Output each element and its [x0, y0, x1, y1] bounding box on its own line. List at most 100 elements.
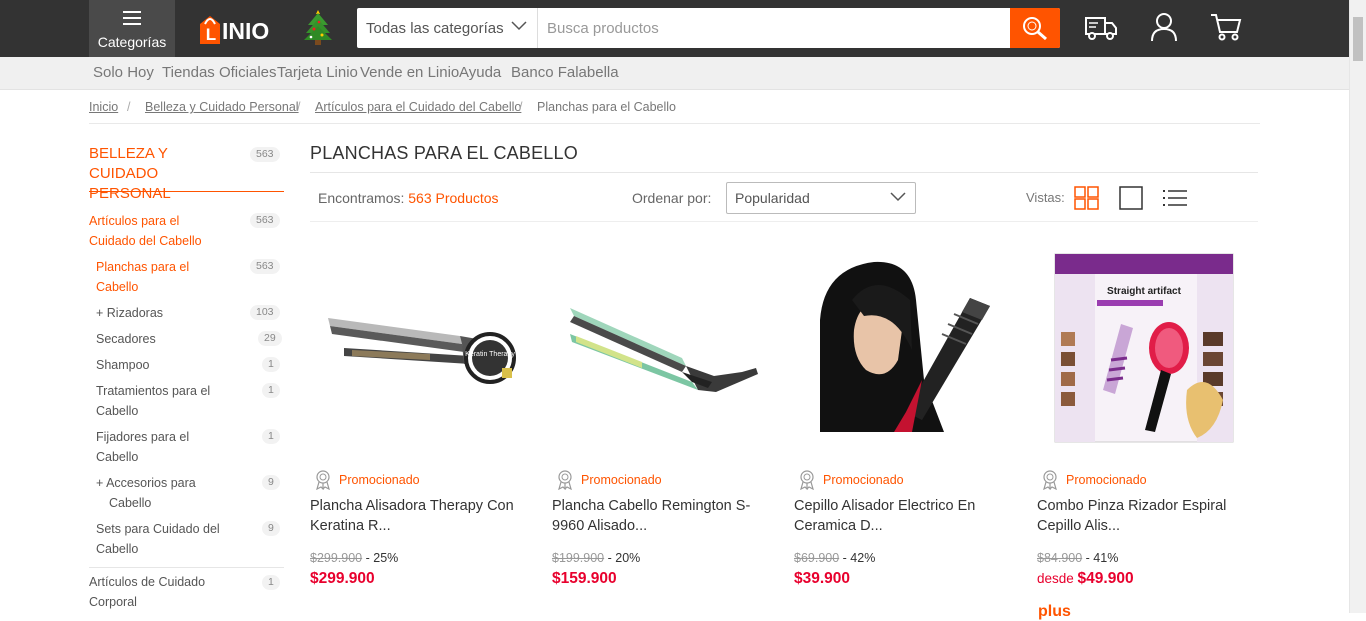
sidebar-item-sets[interactable]: Sets para Cuidado del Cabello: [96, 519, 220, 559]
results-toolbar: Encontramos: 563 Productos Ordenar por: …: [310, 172, 1258, 222]
sidebar-item-label: Fijadores para el: [96, 430, 190, 444]
old-price-row: $84.900 - 41%: [1037, 551, 1118, 565]
sidebar-item-label: Planchas para el: [96, 260, 190, 274]
grid-view-icon[interactable]: [1074, 186, 1100, 210]
nav-link-tarjeta-linio[interactable]: Tarjeta Linio: [277, 64, 358, 81]
shopping-cart-icon[interactable]: [1210, 12, 1242, 42]
sidebar-title-line2: PERSONAL: [89, 185, 171, 202]
sort-select[interactable]: Popularidad: [726, 182, 916, 214]
svg-text:INIO: INIO: [222, 18, 269, 44]
product-name[interactable]: Plancha Cabello Remington S- 9960 Alisad…: [552, 496, 772, 536]
delivery-truck-icon[interactable]: [1084, 12, 1118, 42]
sidebar-item-label: Cabello: [96, 404, 139, 418]
sidebar-item-label: Cabello: [109, 496, 152, 510]
results-count-value: 563 Productos: [408, 190, 499, 206]
linio-logo[interactable]: L INIO: [198, 10, 292, 46]
sidebar-item-shampoo[interactable]: Shampoo: [96, 355, 150, 375]
nav-link-solo-hoy[interactable]: Solo Hoy: [93, 64, 154, 81]
nav-link-ayuda[interactable]: Ayuda: [459, 64, 501, 81]
sidebar-item-label: Secadores: [96, 332, 156, 346]
discount: - 20%: [604, 551, 641, 565]
sidebar-item-label: Corporal: [89, 595, 137, 609]
breadcrumb-separator: /: [297, 100, 301, 114]
promoted-label: Promocionado: [581, 473, 662, 487]
secondary-nav: Solo Hoy Tiendas Oficiales Tarjeta Linio…: [0, 57, 1366, 90]
sidebar-item-rizadoras[interactable]: + Rizadoras: [96, 303, 163, 323]
page-title: PLANCHAS PARA EL CABELLO: [310, 143, 578, 163]
product-name[interactable]: Cepillo Alisador Electrico En Ceramica D…: [794, 496, 1014, 536]
count-badge: 563: [250, 259, 280, 274]
count-badge: 563: [250, 147, 280, 162]
breadcrumb-link-cuidado-cabello[interactable]: Artículos para el Cuidado del Cabello: [315, 100, 521, 114]
chevron-down-icon: [890, 192, 906, 202]
plus-badge: plus: [1038, 603, 1071, 620]
category-select[interactable]: Todas las categorías: [357, 8, 538, 48]
discount: - 25%: [362, 551, 399, 565]
sidebar-item-secadores[interactable]: Secadores: [96, 329, 156, 349]
product-name-line: Plancha Alisadora Therapy Con: [310, 498, 514, 514]
count-badge: 1: [262, 357, 280, 372]
discount: - 41%: [1082, 551, 1119, 565]
count-badge: 563: [250, 213, 280, 228]
category-select-value: Todas las categorías: [366, 20, 504, 37]
sidebar-item-label: Artículos de Cuidado: [89, 575, 206, 589]
svg-text:L: L: [206, 25, 216, 44]
product-name-line: Plancha Cabello Remington S-: [552, 498, 751, 514]
product-name-line: Cepillo Alisador Electrico En: [794, 498, 976, 514]
product-image-brush-combo[interactable]: Straight artifact: [1037, 240, 1269, 450]
sort-label: Ordenar por:: [632, 190, 712, 206]
user-account-icon[interactable]: [1150, 12, 1178, 42]
product-name-line: 9960 Alisado...: [552, 518, 648, 534]
count-badge: 9: [262, 521, 280, 536]
product-image-hair-brush[interactable]: [794, 240, 1026, 450]
old-price: $299.900: [310, 551, 363, 565]
sidebar-divider: [89, 567, 284, 568]
sidebar-item-planchas[interactable]: Planchas para el Cabello: [96, 257, 189, 297]
product-image-flat-iron[interactable]: Keratin Therapy: [310, 240, 542, 450]
breadcrumb-link-inicio[interactable]: Inicio: [89, 100, 118, 114]
old-price-row: $299.900 - 25%: [310, 551, 398, 565]
current-price: $159.900: [552, 570, 617, 588]
results-count-prefix: Encontramos:: [318, 190, 405, 206]
single-view-icon[interactable]: [1119, 186, 1143, 210]
count-badge: 1: [262, 575, 280, 590]
old-price: $69.900: [794, 551, 840, 565]
promoted-label: Promocionado: [339, 473, 420, 487]
count-badge: 9: [262, 475, 280, 490]
promoted-label: Promocionado: [1066, 473, 1147, 487]
product-image-label: Keratin Therapy: [465, 351, 515, 358]
scrollbar-thumb[interactable]: [1353, 17, 1363, 61]
current-price: desde $49.900: [1037, 570, 1134, 588]
search-input[interactable]: [539, 8, 1009, 48]
search-button[interactable]: [1010, 8, 1060, 48]
sidebar-item-accesorios[interactable]: + Accesorios para Cabello: [96, 473, 196, 513]
sidebar-item-label: Tratamientos para el: [96, 384, 211, 398]
categories-button[interactable]: Categorías: [89, 0, 175, 57]
sidebar-item-label: Cabello: [96, 280, 139, 294]
count-badge: 1: [262, 429, 280, 444]
nav-link-tiendas-oficiales[interactable]: Tiendas Oficiales: [162, 64, 277, 81]
list-view-icon[interactable]: [1162, 186, 1188, 210]
sidebar-item-cuidado-cabello[interactable]: Artículos para el Cuidado del Cabello: [89, 211, 202, 251]
sidebar-item-label: Cabello: [96, 542, 139, 556]
sidebar-title[interactable]: BELLEZA Y CUIDADO PERSONAL: [89, 144, 239, 204]
product-name[interactable]: Combo Pinza Rizador Espiral Cepillo Alis…: [1037, 496, 1257, 536]
old-price: $84.900: [1037, 551, 1083, 565]
nav-link-vende-en-linio[interactable]: Vende en Linio: [360, 64, 459, 81]
sidebar-item-cuidado-corporal[interactable]: Artículos de Cuidado Corporal: [89, 572, 205, 612]
results-count: Encontramos: 563 Productos: [318, 190, 499, 206]
sidebar-title-line1: BELLEZA Y CUIDADO: [89, 145, 168, 182]
sidebar-item-tratamientos[interactable]: Tratamientos para el Cabello: [96, 381, 210, 421]
menu-icon: [123, 11, 141, 29]
breadcrumb-link-belleza[interactable]: Belleza y Cuidado Personal: [145, 100, 299, 114]
product-name[interactable]: Plancha Alisadora Therapy Con Keratina R…: [310, 496, 530, 536]
page-scrollbar[interactable]: [1349, 0, 1366, 613]
count-badge: 103: [250, 305, 280, 320]
old-price-row: $199.900 - 20%: [552, 551, 640, 565]
sidebar-divider: [89, 191, 284, 192]
product-image-flat-iron[interactable]: [552, 240, 784, 450]
nav-link-banco-falabella[interactable]: Banco Falabella: [511, 64, 619, 81]
product-name-line: Ceramica D...: [794, 518, 883, 534]
sidebar-item-label: + Rizadoras: [96, 306, 164, 320]
sidebar-item-fijadores[interactable]: Fijadores para el Cabello: [96, 427, 189, 467]
